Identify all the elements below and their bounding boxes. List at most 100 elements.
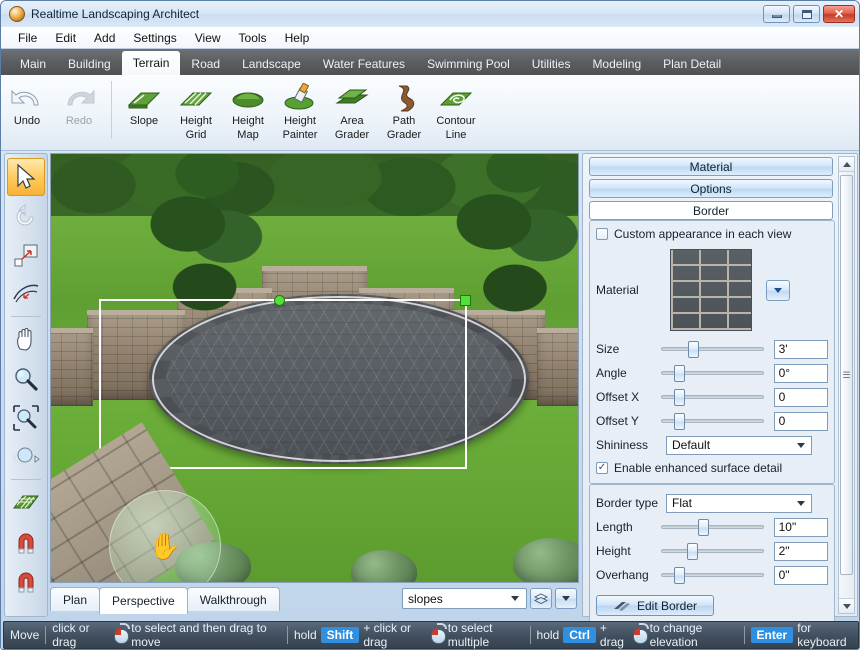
slider-track-offset-x[interactable]: [661, 389, 764, 406]
menu-item-view[interactable]: View: [186, 29, 230, 47]
panel-section-border-button[interactable]: Border: [589, 201, 833, 220]
view-tab-walkthrough[interactable]: Walkthrough: [186, 587, 280, 611]
slider-thumb[interactable]: [698, 519, 710, 536]
tab-modeling[interactable]: Modeling: [581, 53, 652, 75]
slider-track-length[interactable]: [661, 519, 764, 536]
path-grader-icon: [398, 85, 415, 112]
menu-bar: File Edit Add Settings View Tools Help: [1, 27, 859, 49]
height-grid-button[interactable]: Height Grid: [170, 79, 222, 145]
menu-item-settings[interactable]: Settings: [124, 29, 185, 47]
viewport-3d[interactable]: ✋: [50, 153, 579, 583]
view-tab-perspective[interactable]: Perspective: [99, 587, 188, 614]
ribbon-button-label: Slope: [129, 115, 159, 127]
path-grader-button[interactable]: Path Grader: [378, 79, 430, 145]
ribbon-button-label: Height: [284, 115, 316, 127]
minimize-button[interactable]: [763, 5, 790, 23]
border-type-select[interactable]: Flat: [666, 493, 812, 513]
tab-terrain[interactable]: Terrain: [121, 51, 181, 75]
tab-plan-detail[interactable]: Plan Detail: [652, 53, 732, 75]
scale-tool[interactable]: [7, 236, 45, 274]
layers-button[interactable]: [530, 588, 552, 609]
slope-button[interactable]: Slope: [118, 79, 170, 145]
slider-track-angle[interactable]: [661, 365, 764, 382]
slider-track-overhang[interactable]: [661, 567, 764, 584]
resize-handle-top-right[interactable]: [460, 295, 471, 306]
slider-thumb[interactable]: [687, 543, 699, 560]
panel-section-options-button[interactable]: Options: [589, 179, 833, 198]
enhanced-detail-row[interactable]: ✓ Enable enhanced surface detail: [596, 461, 828, 475]
minimize-icon: [771, 14, 782, 18]
tab-swimming-pool[interactable]: Swimming Pool: [416, 53, 521, 75]
curve-tool[interactable]: [7, 275, 45, 313]
height-painter-button[interactable]: Height Painter: [274, 79, 326, 145]
enhanced-detail-checkbox[interactable]: ✓: [596, 462, 608, 474]
slider-thumb[interactable]: [674, 365, 686, 382]
contour-line-button[interactable]: Contour Line: [430, 79, 482, 145]
rotate-tool[interactable]: [7, 197, 45, 235]
tab-water-features[interactable]: Water Features: [312, 53, 416, 75]
left-tool-palette: [4, 153, 48, 617]
slider-thumb[interactable]: [688, 341, 700, 358]
menu-item-file[interactable]: File: [9, 29, 46, 47]
pan-tool[interactable]: [7, 321, 45, 359]
grid-tool[interactable]: [7, 484, 45, 522]
tab-road[interactable]: Road: [180, 53, 231, 75]
custom-appearance-row[interactable]: Custom appearance in each view: [596, 227, 828, 241]
slider-label: Offset X: [596, 390, 640, 404]
menu-item-tools[interactable]: Tools: [230, 29, 276, 47]
status-divider: [529, 626, 531, 644]
slider-value-field[interactable]: 0: [773, 387, 828, 407]
select-arrow-tool[interactable]: [7, 158, 45, 196]
zoom-tool[interactable]: [7, 360, 45, 398]
view-tab-plan[interactable]: Plan: [50, 587, 101, 611]
hand-icon: [17, 327, 32, 351]
slider-value-field[interactable]: 2": [773, 541, 828, 561]
slider-thumb[interactable]: [674, 389, 686, 406]
height-map-button[interactable]: Height Map: [222, 79, 274, 145]
layers-dropdown-button[interactable]: [555, 588, 577, 609]
close-button[interactable]: ✕: [823, 5, 855, 23]
scroll-up-button[interactable]: [839, 157, 854, 172]
scrollbar-thumb[interactable]: ☰: [840, 175, 853, 575]
slider-value-field[interactable]: 10": [773, 517, 828, 537]
snap-tool[interactable]: [7, 523, 45, 561]
slider-row-angle: Angle 0°: [596, 361, 828, 385]
panel-scrollbar[interactable]: ☰: [838, 156, 855, 614]
orbit-tool[interactable]: [7, 438, 45, 476]
slider-value-field[interactable]: 0": [773, 565, 828, 585]
scroll-down-button[interactable]: [839, 598, 854, 613]
slider-track-offset-y[interactable]: [661, 413, 764, 430]
zoom-window-tool[interactable]: [7, 399, 45, 437]
material-dropdown-button[interactable]: [766, 279, 790, 301]
slider-value-field[interactable]: 0: [773, 411, 828, 431]
snap-angle-tool[interactable]: [7, 562, 45, 600]
rotate-handle[interactable]: [274, 295, 285, 306]
slider-thumb[interactable]: [674, 567, 686, 584]
menu-item-help[interactable]: Help: [276, 29, 319, 47]
edit-border-button[interactable]: Edit Border: [596, 595, 714, 616]
menu-item-edit[interactable]: Edit: [46, 29, 85, 47]
menu-item-add[interactable]: Add: [85, 29, 124, 47]
tab-utilities[interactable]: Utilities: [521, 53, 582, 75]
undo-button[interactable]: Undo: [1, 79, 53, 145]
shininess-select[interactable]: Default: [666, 435, 812, 455]
view-preset-select[interactable]: slopes: [402, 588, 527, 609]
slider-value-field[interactable]: 0°: [773, 363, 828, 383]
curve-arc-icon: [13, 284, 39, 303]
tab-building[interactable]: Building: [57, 53, 122, 75]
slider-value-field[interactable]: 3': [773, 339, 828, 359]
slider-track-size[interactable]: [661, 341, 764, 358]
tab-landscape[interactable]: Landscape: [231, 53, 312, 75]
custom-appearance-checkbox[interactable]: [596, 228, 608, 240]
status-text-after: to change elevation: [649, 621, 703, 649]
tab-main[interactable]: Main: [9, 53, 57, 75]
ribbon-button-label-2: Grader: [386, 129, 422, 141]
maximize-button[interactable]: [793, 5, 820, 23]
mouse-icon: [113, 622, 130, 644]
slider-thumb[interactable]: [674, 413, 686, 430]
slider-track-height[interactable]: [661, 543, 764, 560]
material-swatch[interactable]: [670, 249, 752, 331]
panel-section-material-button[interactable]: Material: [589, 157, 833, 176]
view-tab-row: Plan Perspective Walkthrough slopes: [50, 585, 579, 617]
area-grader-button[interactable]: Area Grader: [326, 79, 378, 145]
